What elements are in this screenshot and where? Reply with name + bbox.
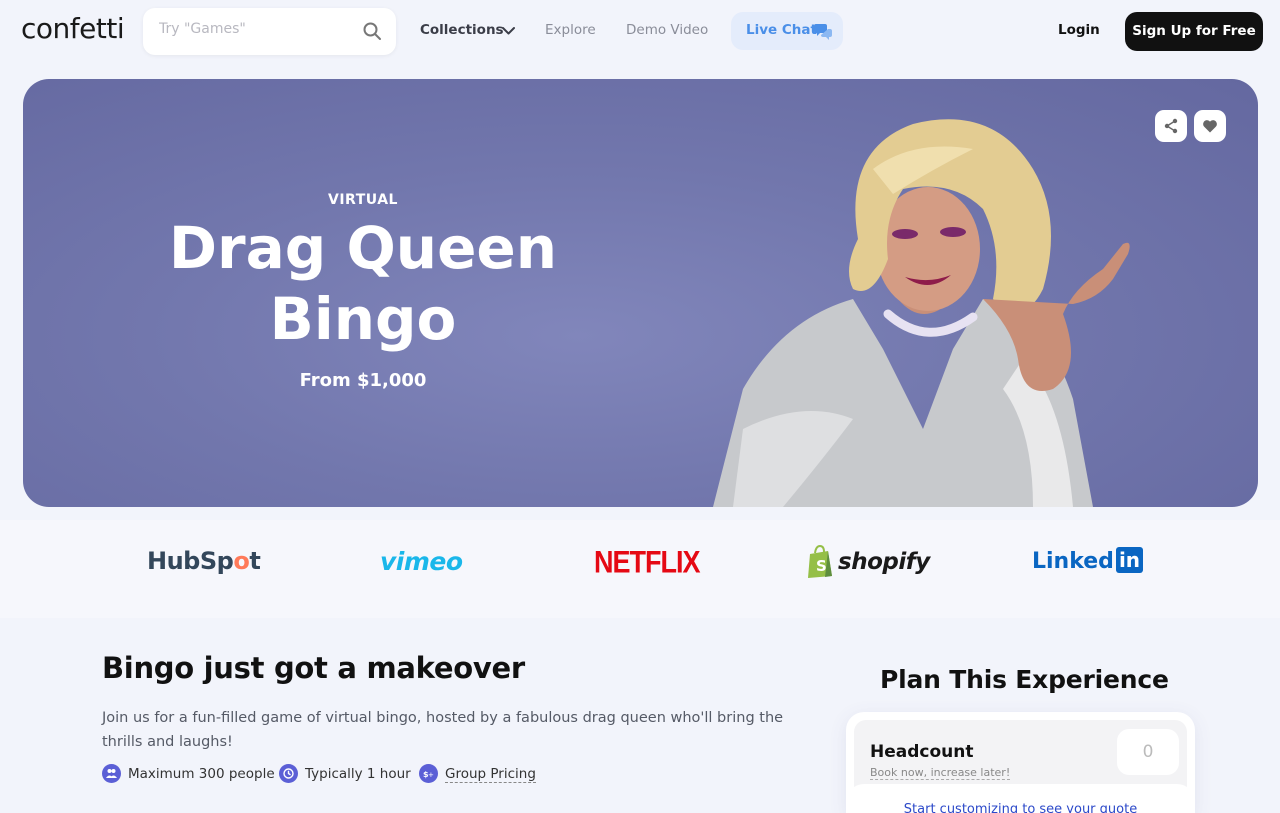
signup-button[interactable]: Sign Up for Free bbox=[1125, 12, 1263, 51]
linkedin-logo-badge: in bbox=[1115, 547, 1144, 573]
people-icon bbox=[102, 764, 121, 783]
quote-panel: Start customizing to see your quote bbox=[846, 784, 1195, 813]
meta-pricing-label[interactable]: Group Pricing bbox=[445, 766, 536, 783]
meta-capacity-label: Maximum 300 people bbox=[128, 766, 275, 782]
linkedin-logo: Linked in bbox=[1032, 547, 1144, 574]
hero-title-text: Drag Queen Bingo bbox=[168, 214, 558, 353]
hubspot-logo-sprocket: o bbox=[233, 547, 250, 575]
plan-card: Headcount Book now, increase later! 0 St… bbox=[846, 712, 1195, 813]
meta-duration-label: Typically 1 hour bbox=[305, 766, 411, 782]
shopify-bag-icon: S bbox=[808, 545, 832, 578]
netflix-logo: NETFLIX bbox=[594, 544, 700, 580]
live-chat-button[interactable]: Live Chat bbox=[731, 12, 843, 50]
chevron-down-icon[interactable] bbox=[502, 26, 515, 36]
nav-demo-video[interactable]: Demo Video bbox=[626, 22, 708, 38]
hubspot-logo-text: HubSp bbox=[147, 547, 234, 575]
confetti-logo[interactable]: confetti bbox=[21, 12, 125, 45]
top-nav: confetti Collections Explore Demo Video … bbox=[0, 0, 1280, 62]
heart-icon bbox=[1203, 120, 1217, 133]
login-link[interactable]: Login bbox=[1058, 22, 1100, 38]
linkedin-logo-text: Linked bbox=[1032, 549, 1114, 574]
favorite-button[interactable] bbox=[1194, 110, 1226, 142]
hero-banner: VIRTUAL Drag Queen Bingo From $1,000 bbox=[23, 79, 1258, 507]
share-button[interactable] bbox=[1155, 110, 1187, 142]
headcount-input[interactable]: 0 bbox=[1117, 729, 1179, 775]
svg-text:S: S bbox=[816, 557, 827, 575]
search-icon[interactable] bbox=[362, 21, 382, 41]
nav-explore[interactable]: Explore bbox=[545, 22, 596, 38]
section-title: Bingo just got a makeover bbox=[102, 651, 525, 685]
live-chat-label: Live Chat bbox=[746, 22, 817, 38]
hubspot-logo: HubSpot bbox=[147, 547, 261, 575]
clock-icon bbox=[279, 764, 298, 783]
hubspot-logo-text-end: t bbox=[249, 547, 261, 575]
headcount-label: Headcount bbox=[870, 742, 974, 762]
headcount-hint: Book now, increase later! bbox=[870, 766, 1011, 780]
shopify-logo: S shopify bbox=[806, 545, 930, 581]
pricing-icon: $ + bbox=[419, 764, 438, 783]
vimeo-logo: vimeo bbox=[380, 547, 463, 576]
nav-collections[interactable]: Collections bbox=[420, 22, 504, 38]
drag-queen-photo bbox=[713, 119, 1130, 507]
search-box[interactable] bbox=[143, 8, 396, 55]
quote-prompt: Start customizing to see your quote bbox=[903, 802, 1138, 813]
hero-title: Drag Queen Bingo bbox=[23, 213, 703, 355]
share-icon bbox=[1164, 118, 1178, 134]
client-logos-strip: HubSpot vimeo NETFLIX S shopify Linked in bbox=[0, 520, 1280, 618]
hero-price: From $1,000 bbox=[299, 370, 427, 391]
chat-bubbles-icon bbox=[814, 24, 832, 40]
svg-text:+: + bbox=[428, 771, 434, 779]
hero-eyebrow: VIRTUAL bbox=[328, 192, 398, 208]
plan-title: Plan This Experience bbox=[880, 665, 1169, 694]
signup-label: Sign Up for Free bbox=[1132, 23, 1256, 39]
shopify-logo-text: shopify bbox=[838, 549, 930, 575]
event-description: Join us for a fun-filled game of virtual… bbox=[102, 710, 784, 750]
search-input[interactable] bbox=[159, 21, 349, 37]
